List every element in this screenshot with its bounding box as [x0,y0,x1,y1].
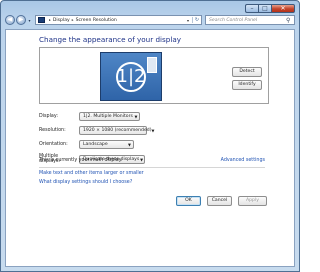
resolution-row: Resolution: 1920 × 1080 (recommended) ▼ [39,126,154,135]
display-select[interactable]: 1|2. Multiple Monitors ▼ [79,112,140,121]
content-pane: Change the appearance of your display 1|… [5,29,295,267]
resolution-label: Resolution: [39,128,66,133]
monitor-number: 1|2 [116,61,146,92]
ok-button[interactable]: OK [176,196,201,206]
chevron-down-icon: ▼ [134,114,138,119]
search-icon[interactable]: ⚲ [286,17,294,24]
refresh-icon[interactable]: ↻ [192,17,201,23]
search-placeholder: Search Control Panel [209,17,258,23]
breadcrumb-separator[interactable]: ▸ [49,18,51,22]
orientation-select-value: Landscape [83,142,108,147]
apply-button[interactable]: Apply [238,196,267,206]
monitor-icon[interactable]: 1|2 [100,52,162,101]
identify-button[interactable]: Identify [232,80,262,90]
forward-button[interactable]: ▶ [16,15,26,25]
cancel-button[interactable]: Cancel [207,196,232,206]
page-title: Change the appearance of your display [39,35,181,44]
display-select-value: 1|2. Multiple Monitors [83,114,133,119]
divider [39,167,265,168]
screen-resolution-window: – □ ✕ ◀ ▶ ▾ ▸ Display ▸ Screen Resolutio… [0,0,300,272]
minimize-button[interactable]: – [245,4,258,13]
orientation-row: Orientation: Landscape ▼ [39,140,134,149]
orientation-select[interactable]: Landscape ▼ [79,140,134,149]
address-dropdown-icon[interactable]: ▾ [184,18,192,23]
maximize-button[interactable]: □ [258,4,271,13]
monitor-window-graphic [147,57,157,73]
breadcrumb-display[interactable]: Display [53,18,70,23]
display-settings-help-link[interactable]: What display settings should I choose? [39,180,132,185]
orientation-label: Orientation: [39,142,68,147]
address-bar[interactable]: ▸ Display ▸ Screen Resolution ▾ ↻ [35,15,202,25]
window-caption-buttons: – □ ✕ [245,4,295,13]
display-row: Display: 1|2. Multiple Monitors ▼ [39,112,140,121]
back-button[interactable]: ◀ [5,15,15,25]
main-display-text: This is currently your main display. [39,158,123,163]
search-input[interactable]: Search Control Panel ⚲ [205,15,295,25]
close-button[interactable]: ✕ [271,4,295,13]
breadcrumb-separator[interactable]: ▸ [72,18,74,22]
chevron-down-icon: ▼ [151,128,155,133]
text-size-link[interactable]: Make text and other items larger or smal… [39,171,144,176]
display-label: Display: [39,114,58,119]
navigation-bar: ◀ ▶ ▾ ▸ Display ▸ Screen Resolution ▾ ↻ … [5,14,295,26]
resolution-select-value: 1920 × 1080 (recommended) [83,128,152,133]
advanced-settings-link[interactable]: Advanced settings [221,158,265,163]
breadcrumb-screen-resolution[interactable]: Screen Resolution [76,18,117,23]
recent-pages-dropdown[interactable]: ▾ [27,18,32,23]
control-panel-icon [38,17,45,23]
detect-button[interactable]: Detect [232,67,262,77]
resolution-select[interactable]: 1920 × 1080 (recommended) ▼ [79,126,154,135]
chevron-down-icon: ▼ [128,142,131,147]
display-preview: 1|2 Detect Identify [39,47,269,104]
chevron-down-icon: ▼ [140,156,144,162]
